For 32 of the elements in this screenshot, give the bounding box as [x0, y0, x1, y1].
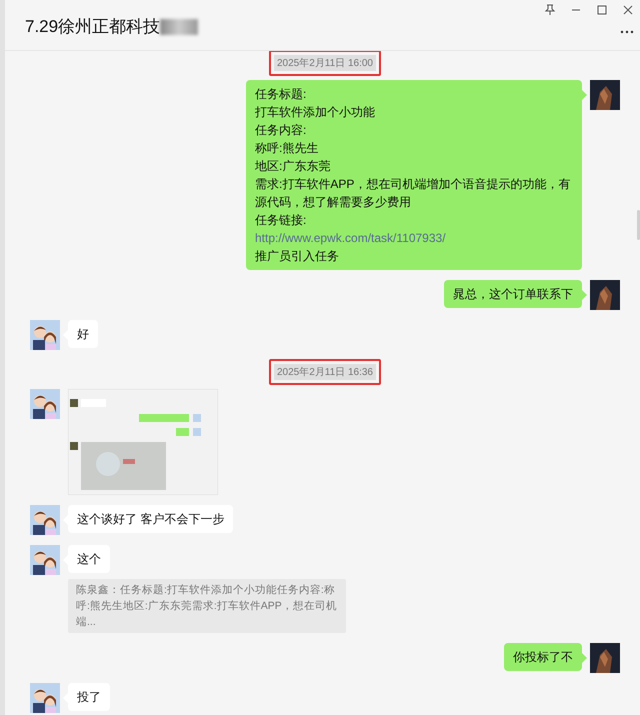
avatar[interactable]	[590, 80, 620, 110]
maximize-icon[interactable]	[596, 4, 608, 16]
avatar[interactable]	[590, 643, 620, 673]
message-text: 这个谈好了 客户不会下一步	[77, 511, 224, 528]
message-text: 任务内容:	[255, 122, 308, 139]
timestamp: 2025年2月11日 16:36	[274, 364, 376, 380]
close-icon[interactable]	[622, 4, 634, 16]
message-text: 晁总，这个订单联系下	[453, 286, 573, 303]
avatar[interactable]	[590, 280, 620, 310]
message-text: 投了	[77, 689, 101, 706]
message-text: 需求:打车软件APP，想在司机端增加个语音提示的功能，有源代码，想了解需要多少费用	[255, 176, 572, 211]
message-text: 称呼:熊先生	[255, 140, 320, 157]
message-text: 地区:广东东莞	[255, 158, 332, 175]
message-text: 打车软件添加个小功能	[255, 104, 376, 121]
message-text: 任务标题:	[255, 86, 308, 103]
pin-icon[interactable]	[544, 4, 556, 16]
chat-title: 7.29徐州正都科技	[25, 16, 160, 38]
avatar[interactable]	[30, 389, 60, 419]
avatar[interactable]	[30, 545, 60, 575]
more-icon[interactable]	[620, 30, 634, 34]
quoted-message[interactable]: 陈泉鑫：任务标题:打车软件添加个小功能任务内容:称呼:熊先生地区:广东东莞需求:打车软件APP，想在司机端...	[68, 579, 346, 633]
message-text: 你投标了不	[513, 649, 573, 666]
message-text: 这个	[77, 551, 101, 568]
avatar[interactable]	[30, 683, 60, 713]
message-link[interactable]: http://www.epwk.com/task/1107933/	[255, 229, 573, 247]
avatar[interactable]	[30, 320, 60, 350]
message-text: 推广员引入任务	[255, 248, 340, 265]
avatar[interactable]	[30, 505, 60, 535]
timestamp: 2025年2月11日 16:00	[274, 55, 376, 71]
message-text: 好	[77, 326, 89, 343]
scrollbar[interactable]	[637, 210, 640, 240]
message-text: 任务链接:	[255, 212, 308, 229]
